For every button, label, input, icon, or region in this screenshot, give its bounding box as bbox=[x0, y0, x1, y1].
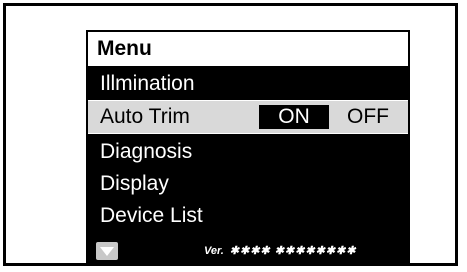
menu-item-label: Display bbox=[100, 172, 169, 195]
auto-trim-off-option[interactable]: OFF bbox=[338, 105, 398, 129]
menu-item-label: Diagnosis bbox=[100, 140, 193, 163]
menu-item-display[interactable]: Display bbox=[88, 168, 408, 200]
scroll-down-button[interactable] bbox=[96, 242, 118, 260]
triangle-down-icon bbox=[100, 247, 114, 256]
menu-item-label: Illmination bbox=[100, 72, 195, 95]
menu-item-device-list[interactable]: Device List bbox=[88, 200, 408, 232]
menu-item-illmination[interactable]: Illmination bbox=[88, 68, 408, 100]
menu-item-label: Auto Trim bbox=[100, 105, 190, 128]
menu-item-diagnosis[interactable]: Diagnosis bbox=[88, 136, 408, 168]
menu-item-auto-trim[interactable]: Auto Trim ON OFF bbox=[88, 100, 408, 134]
menu-title: Menu bbox=[88, 32, 408, 66]
menu-item-label: Device List bbox=[100, 204, 203, 227]
version-info: Ver. ✱✱✱✱ ✱✱✱✱✱✱✱✱ bbox=[204, 244, 356, 257]
version-value: ✱✱✱✱ ✱✱✱✱✱✱✱✱ bbox=[229, 245, 357, 257]
auto-trim-on-option[interactable]: ON bbox=[259, 105, 329, 129]
version-label: Ver. bbox=[204, 245, 224, 257]
device-frame: Menu Illmination Auto Trim ON OFF Diagno… bbox=[3, 3, 458, 266]
display-screen: Menu Illmination Auto Trim ON OFF Diagno… bbox=[86, 30, 410, 264]
